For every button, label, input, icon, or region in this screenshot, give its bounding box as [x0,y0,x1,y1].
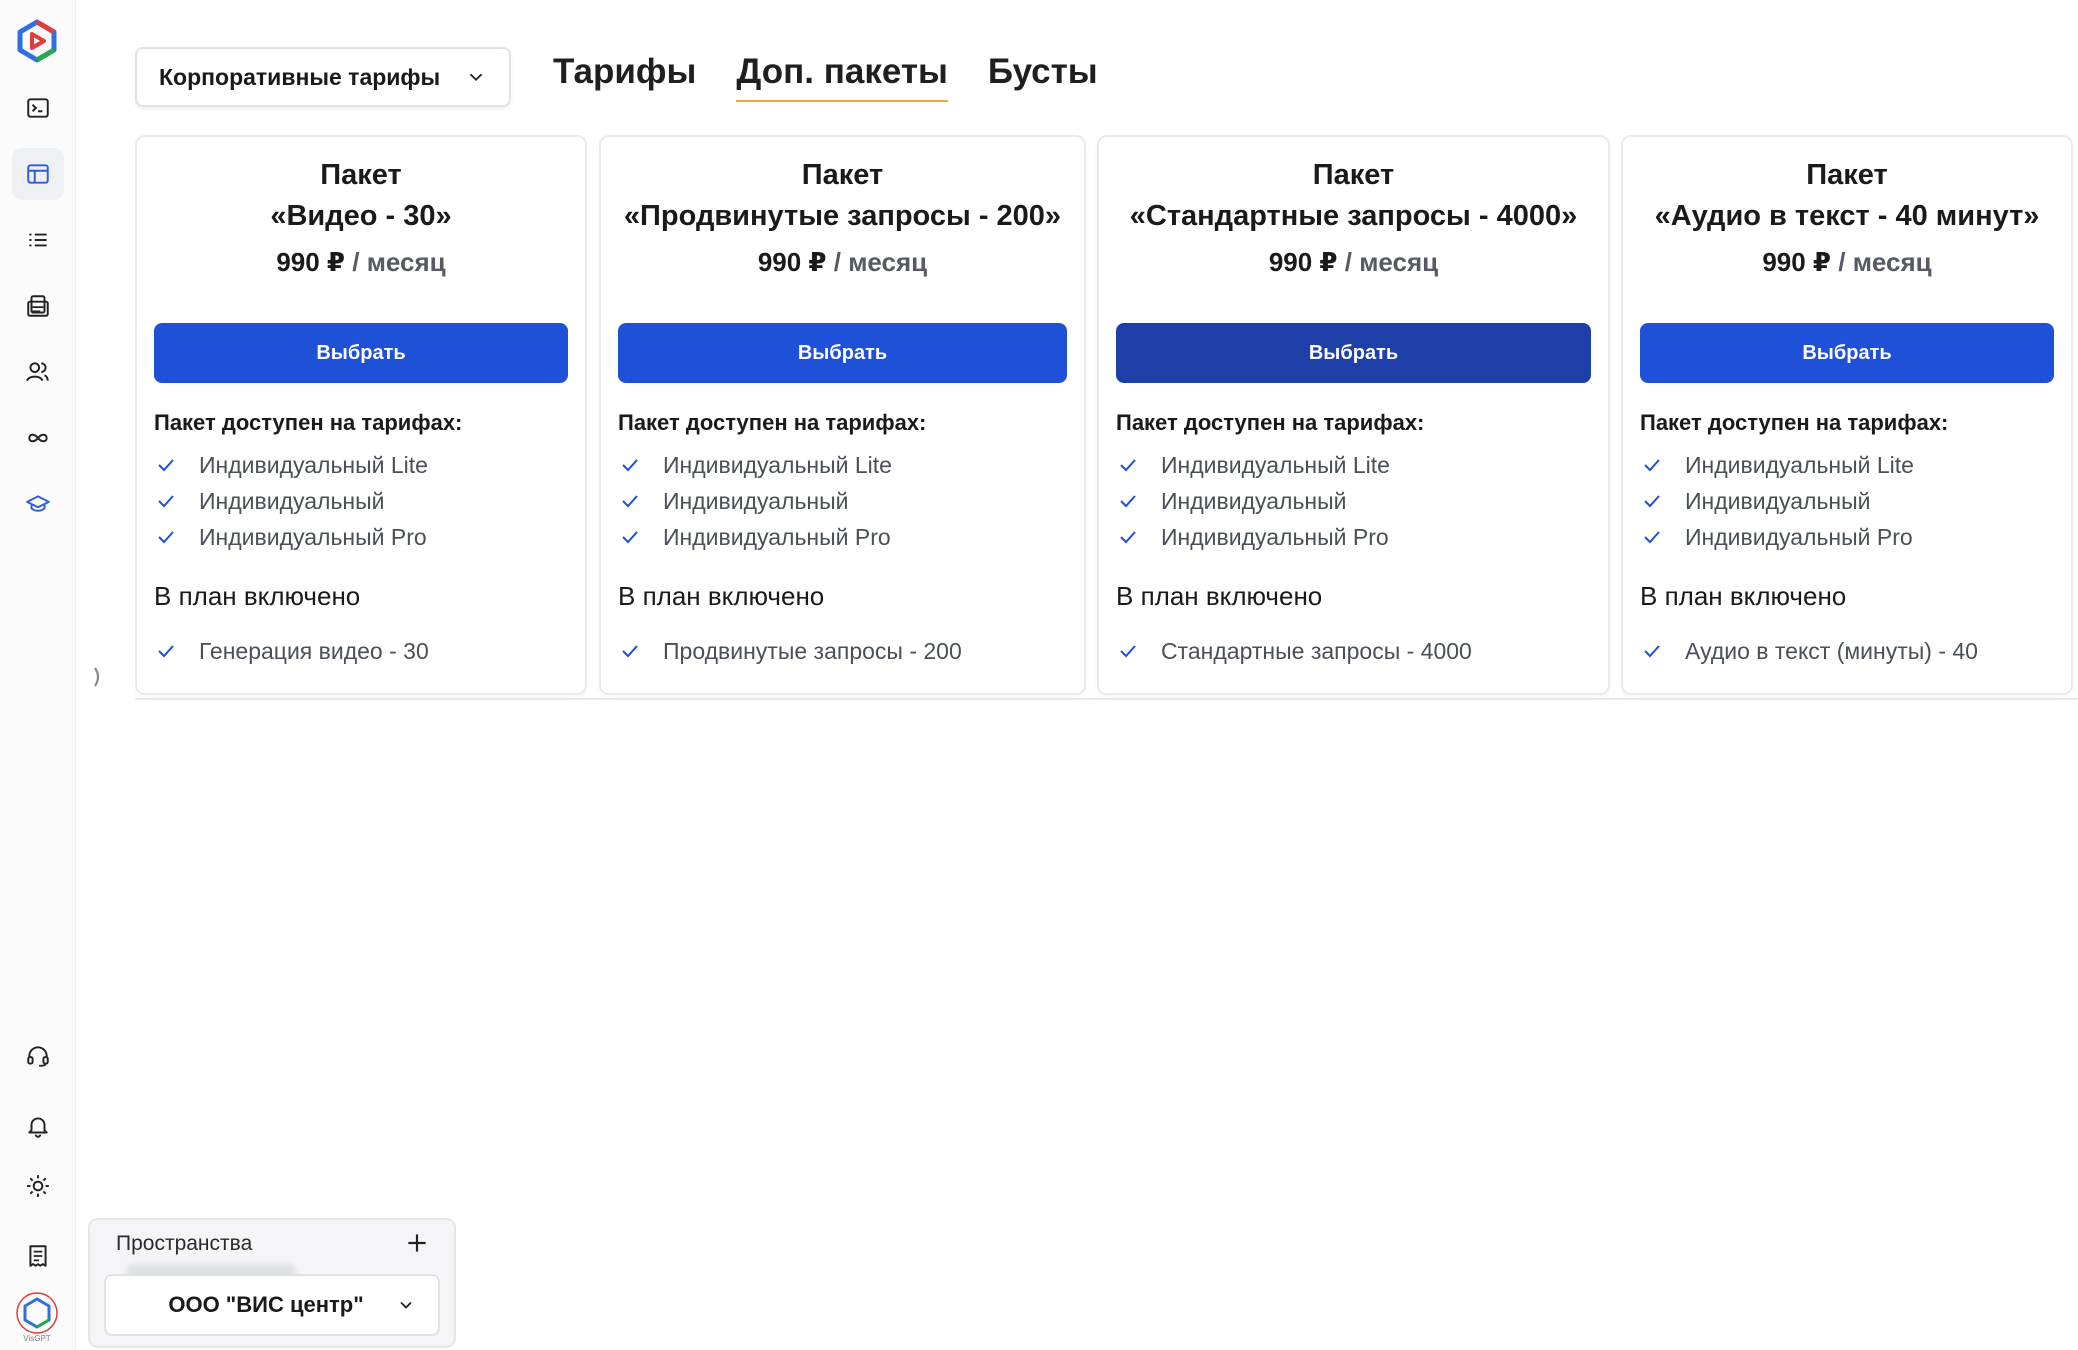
graduation-cap-icon[interactable] [12,478,64,530]
terminal-icon[interactable] [12,82,64,134]
tab-tariffs[interactable]: Тарифы [553,52,696,102]
select-button[interactable]: Выбрать [154,323,568,383]
tariff-type-dropdown-label: Корпоративные тарифы [159,63,441,90]
check-icon [1644,495,1660,508]
available-list: Индивидуальный Lite Индивидуальный Индив… [1116,447,1390,555]
list-item: Индивидуальный Lite [618,447,892,483]
included-title: В план включено [618,581,825,611]
tab-boosts[interactable]: Бусты [988,52,1098,102]
space-name: ООО "ВИС центр" [168,1292,364,1317]
available-list: Индивидуальный Lite Индивидуальный Индив… [1640,447,1914,555]
select-button[interactable]: Выбрать [1116,323,1591,383]
included-title: В план включено [1116,581,1323,611]
package-card: Пакет «Видео - 30» 990 ₽ / месяц Выбрать… [135,135,587,695]
check-icon [1120,531,1136,544]
card-title-line1: Пакет [1806,159,1888,191]
card-price: 990 ₽ / месяц [1268,247,1439,277]
card-title-line2: «Аудио в текст - 40 минут» [1654,200,2040,232]
chevron-down-icon [400,1301,412,1309]
package-card: Пакет «Стандартные запросы - 4000» 990 ₽… [1097,135,1610,695]
available-list: Индивидуальный Lite Индивидуальный Индив… [154,447,428,555]
card-title-line1: Пакет [801,159,884,191]
select-button[interactable]: Выбрать [1640,323,2054,383]
package-card: Пакет «Продвинутые запросы - 200» 990 ₽ … [599,135,1086,695]
check-icon [158,459,174,472]
list-item: Индивидуальный [154,483,428,519]
spaces-panel: Пространства ООО "ВИС центр" [88,1218,456,1348]
headset-icon[interactable] [12,1030,64,1082]
check-icon [1644,459,1660,472]
small-logo-text: VisGPT [23,1334,51,1343]
sidebar-expand-icon[interactable] [88,660,108,694]
list-item: Аудио в текст (минуты) - 40 [1640,633,1978,669]
list-item: Стандартные запросы - 4000 [1116,633,1472,669]
packages-row: Пакет «Видео - 30» 990 ₽ / месяц Выбрать… [135,135,2078,700]
list-item: Индивидуальный Lite [1640,447,1914,483]
tariff-type-dropdown[interactable]: Корпоративные тарифы [135,47,511,107]
check-icon [158,531,174,544]
check-icon [158,645,174,658]
list-item: Индивидуальный [1640,483,1914,519]
list-item: Индивидуальный Pro [1116,519,1390,555]
sidebar: VisGPT [0,0,76,1350]
included-list: Стандартные запросы - 4000 [1116,633,1472,669]
app-logo-icon[interactable] [14,18,60,64]
list-item: Индивидуальный Pro [1640,519,1914,555]
available-title: Пакет доступен на тарифах: [1640,410,1949,435]
card-title-line1: Пакет [320,159,402,191]
available-list: Индивидуальный Lite Индивидуальный Индив… [618,447,892,555]
list-icon[interactable] [12,214,64,266]
package-card: Пакет «Аудио в текст - 40 минут» 990 ₽ /… [1621,135,2073,695]
available-title: Пакет доступен на тарифах: [618,410,927,435]
list-item: Генерация видео - 30 [154,633,429,669]
check-icon [1120,645,1136,658]
card-price: 990 ₽ / месяц [757,247,928,277]
bell-icon[interactable] [12,1100,64,1152]
card-title-line2: «Стандартные запросы - 4000» [1129,200,1578,232]
card-price: 990 ₽ / месяц [1762,247,1932,277]
card-price: 990 ₽ / месяц [276,247,446,277]
sun-icon[interactable] [12,1160,64,1212]
available-title: Пакет доступен на тарифах: [1116,410,1425,435]
included-title: В план включено [154,581,361,611]
check-icon [622,531,638,544]
card-title-line2: «Продвинутые запросы - 200» [623,200,1062,232]
check-icon [622,645,638,658]
receipt-icon[interactable] [12,1230,64,1282]
users-icon[interactable] [12,346,64,398]
list-item: Индивидуальный Pro [154,519,428,555]
list-item: Индивидуальный Lite [154,447,428,483]
included-title: В план включено [1640,581,1847,611]
infinity-icon[interactable] [12,412,64,464]
list-item: Индивидуальный [1116,483,1390,519]
check-icon [1120,495,1136,508]
document-stack-icon[interactable] [12,280,64,332]
space-select[interactable]: ООО "ВИС центр" [104,1274,440,1336]
select-button[interactable]: Выбрать [618,323,1067,383]
tabs: Тарифы Доп. пакеты Бусты [553,52,1098,102]
included-list: Генерация видео - 30 [154,633,429,669]
plus-icon[interactable] [404,1230,430,1256]
layout-icon[interactable] [12,148,64,200]
included-list: Аудио в текст (минуты) - 40 [1640,633,1978,669]
card-title-line2: «Видео - 30» [270,200,452,232]
included-list: Продвинутые запросы - 200 [618,633,962,669]
list-item: Индивидуальный Lite [1116,447,1390,483]
list-item: Индивидуальный Pro [618,519,892,555]
list-item: Индивидуальный [618,483,892,519]
spaces-label: Пространства [116,1232,253,1255]
check-icon [1120,459,1136,472]
check-icon [1644,531,1660,544]
card-title-line1: Пакет [1312,159,1395,191]
check-icon [158,495,174,508]
check-icon [622,495,638,508]
tab-extra-packages[interactable]: Доп. пакеты [736,52,948,102]
chevron-down-icon [469,73,483,82]
check-icon [622,459,638,472]
check-icon [1644,645,1660,658]
small-brand-logo: VisGPT [14,1290,60,1344]
list-item: Продвинутые запросы - 200 [618,633,962,669]
available-title: Пакет доступен на тарифах: [154,410,463,435]
